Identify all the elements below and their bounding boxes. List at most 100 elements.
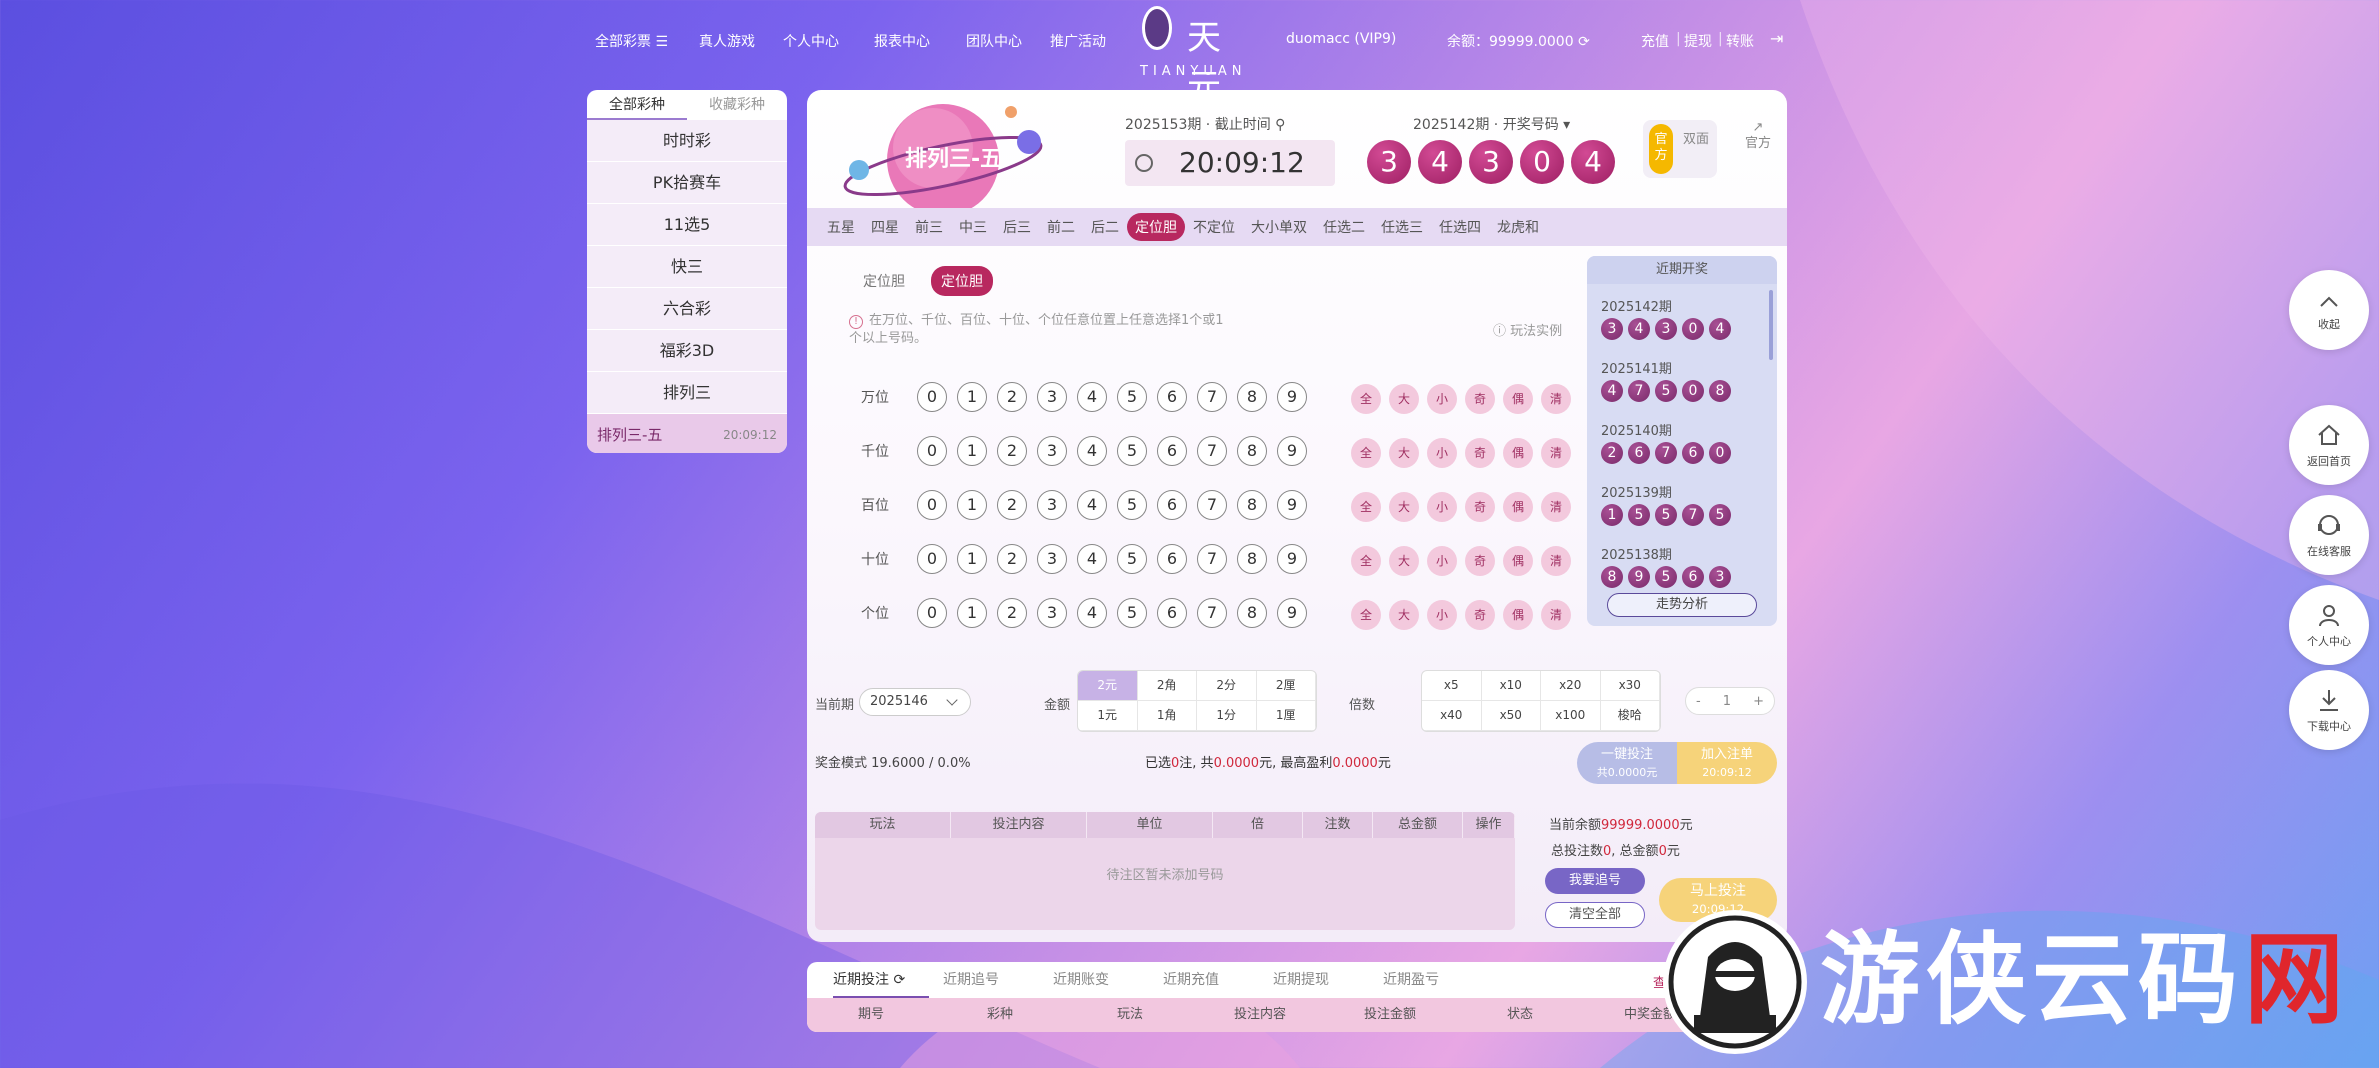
nav-recharge[interactable]: 充值 (1641, 31, 1669, 51)
unit-option[interactable]: 1分 (1197, 701, 1257, 731)
multiple-option[interactable]: x100 (1541, 701, 1601, 731)
tab-recent-account[interactable]: 近期账变 (1053, 962, 1163, 998)
multiple-option[interactable]: x20 (1541, 671, 1601, 701)
quick-select-button[interactable]: 全 (1351, 384, 1381, 414)
tab-play[interactable]: 不定位 (1185, 213, 1243, 241)
nav-transfer[interactable]: 转账 (1726, 31, 1754, 51)
quick-select-button[interactable]: 奇 (1465, 384, 1495, 414)
number-ball[interactable]: 2 (997, 598, 1027, 628)
quick-select-button[interactable]: 清 (1541, 438, 1571, 468)
menu-item-pl3[interactable]: 排列三 (587, 372, 787, 414)
draw-issue-label[interactable]: 2025142期 · 开奖号码 ▾ (1413, 114, 1570, 134)
user-name[interactable]: duomacc (VIP9) (1286, 31, 1396, 47)
unit-option[interactable]: 1角 (1137, 701, 1197, 731)
quick-select-button[interactable]: 清 (1541, 384, 1571, 414)
number-ball[interactable]: 0 (917, 436, 947, 466)
quick-select-button[interactable]: 奇 (1465, 492, 1495, 522)
number-ball[interactable]: 9 (1277, 436, 1307, 466)
quick-select-button[interactable]: 奇 (1465, 438, 1495, 468)
unit-option[interactable]: 1厘 (1256, 701, 1316, 731)
number-ball[interactable]: 7 (1197, 436, 1227, 466)
tab-all-lottery[interactable]: 全部彩种 (587, 90, 687, 120)
menu-item-k3[interactable]: 快三 (587, 246, 787, 288)
nav-promo[interactable]: 推广活动 (1050, 31, 1106, 51)
number-ball[interactable]: 2 (997, 544, 1027, 574)
quick-select-button[interactable]: 小 (1427, 384, 1457, 414)
number-ball[interactable]: 5 (1117, 544, 1147, 574)
tab-play[interactable]: 前二 (1039, 213, 1083, 241)
unit-option-active[interactable]: 2元 (1078, 671, 1138, 701)
number-ball[interactable]: 9 (1277, 490, 1307, 520)
number-ball[interactable]: 4 (1077, 382, 1107, 412)
quick-select-button[interactable]: 大 (1389, 546, 1419, 576)
site-logo[interactable]: 天元 TIANYUAN (1136, 4, 1241, 107)
chase-button[interactable]: 我要追号 (1545, 868, 1645, 894)
tab-play[interactable]: 中三 (951, 213, 995, 241)
number-ball[interactable]: 2 (997, 490, 1027, 520)
number-ball[interactable]: 4 (1077, 544, 1107, 574)
mode-double[interactable]: 双面 (1683, 132, 1709, 148)
one-click-bet-button[interactable]: 一键投注 共0.0000元 (1577, 742, 1677, 784)
nav-live-games[interactable]: 真人游戏 (699, 31, 755, 51)
quick-select-button[interactable]: 清 (1541, 546, 1571, 576)
mode-switch[interactable]: 官方 双面 (1643, 120, 1717, 178)
multiple-option[interactable]: x10 (1481, 671, 1541, 701)
number-ball[interactable]: 7 (1197, 544, 1227, 574)
number-ball[interactable]: 7 (1197, 490, 1227, 520)
multiple-option[interactable]: x5 (1422, 671, 1482, 701)
unit-option[interactable]: 2角 (1137, 671, 1197, 701)
tab-recent-profit[interactable]: 近期盈亏 (1383, 962, 1493, 998)
number-ball[interactable]: 4 (1077, 598, 1107, 628)
number-ball[interactable]: 3 (1037, 598, 1067, 628)
number-ball[interactable]: 2 (997, 436, 1027, 466)
number-ball[interactable]: 0 (917, 544, 947, 574)
number-ball[interactable]: 6 (1157, 490, 1187, 520)
number-ball[interactable]: 0 (917, 490, 947, 520)
number-ball[interactable]: 1 (957, 544, 987, 574)
quick-select-button[interactable]: 奇 (1465, 546, 1495, 576)
clear-all-button[interactable]: 清空全部 (1545, 902, 1645, 928)
number-ball[interactable]: 7 (1197, 382, 1227, 412)
number-ball[interactable]: 3 (1037, 382, 1067, 412)
number-ball[interactable]: 0 (917, 382, 947, 412)
quick-select-button[interactable]: 偶 (1503, 600, 1533, 630)
quick-select-button[interactable]: 偶 (1503, 546, 1533, 576)
tab-play[interactable]: 后二 (1083, 213, 1127, 241)
tab-play[interactable]: 后三 (995, 213, 1039, 241)
number-ball[interactable]: 6 (1157, 436, 1187, 466)
play-example-link[interactable]: ⓘ 玩法实例 (1493, 320, 1562, 339)
tab-play[interactable]: 大小单双 (1243, 213, 1315, 241)
stepper-plus[interactable]: + (1753, 694, 1764, 709)
multiple-option[interactable]: x30 (1600, 671, 1660, 701)
number-ball[interactable]: 9 (1277, 382, 1307, 412)
stepper-value[interactable]: 1 (1723, 694, 1731, 709)
logout-icon[interactable]: ⇥ (1770, 29, 1783, 48)
number-ball[interactable]: 8 (1237, 598, 1267, 628)
personal-center-button[interactable]: 个人中心 (2289, 585, 2369, 665)
number-ball[interactable]: 5 (1117, 436, 1147, 466)
menu-item-pk10[interactable]: PK拾赛车 (587, 162, 787, 204)
number-ball[interactable]: 4 (1077, 490, 1107, 520)
home-button[interactable]: 返回首页 (2289, 405, 2369, 485)
quick-select-button[interactable]: 偶 (1503, 492, 1533, 522)
refresh-icon[interactable]: ⟳ (893, 972, 905, 988)
tab-recent-bets[interactable]: 近期投注 ⟳ (833, 962, 929, 998)
tab-favorite-lottery[interactable]: 收藏彩种 (687, 90, 787, 120)
quick-select-button[interactable]: 清 (1541, 492, 1571, 522)
number-ball[interactable]: 1 (957, 436, 987, 466)
multiple-option[interactable]: x40 (1422, 701, 1482, 731)
unit-option[interactable]: 1元 (1078, 701, 1138, 731)
issue-select[interactable]: 2025146 (859, 688, 971, 716)
number-ball[interactable]: 3 (1037, 436, 1067, 466)
number-ball[interactable]: 3 (1037, 490, 1067, 520)
nav-withdraw[interactable]: 提现 (1684, 31, 1712, 51)
number-ball[interactable]: 8 (1237, 490, 1267, 520)
menu-item-3d[interactable]: 福彩3D (587, 330, 787, 372)
tab-play[interactable]: 任选二 (1315, 213, 1373, 241)
quick-select-button[interactable]: 全 (1351, 492, 1381, 522)
tab-play[interactable]: 任选四 (1431, 213, 1489, 241)
menu-item-11x5[interactable]: 11选5 (587, 204, 787, 246)
nav-all-lottery[interactable]: 全部彩票 ☰ (595, 31, 668, 51)
number-ball[interactable]: 4 (1077, 436, 1107, 466)
quick-select-button[interactable]: 奇 (1465, 600, 1495, 630)
